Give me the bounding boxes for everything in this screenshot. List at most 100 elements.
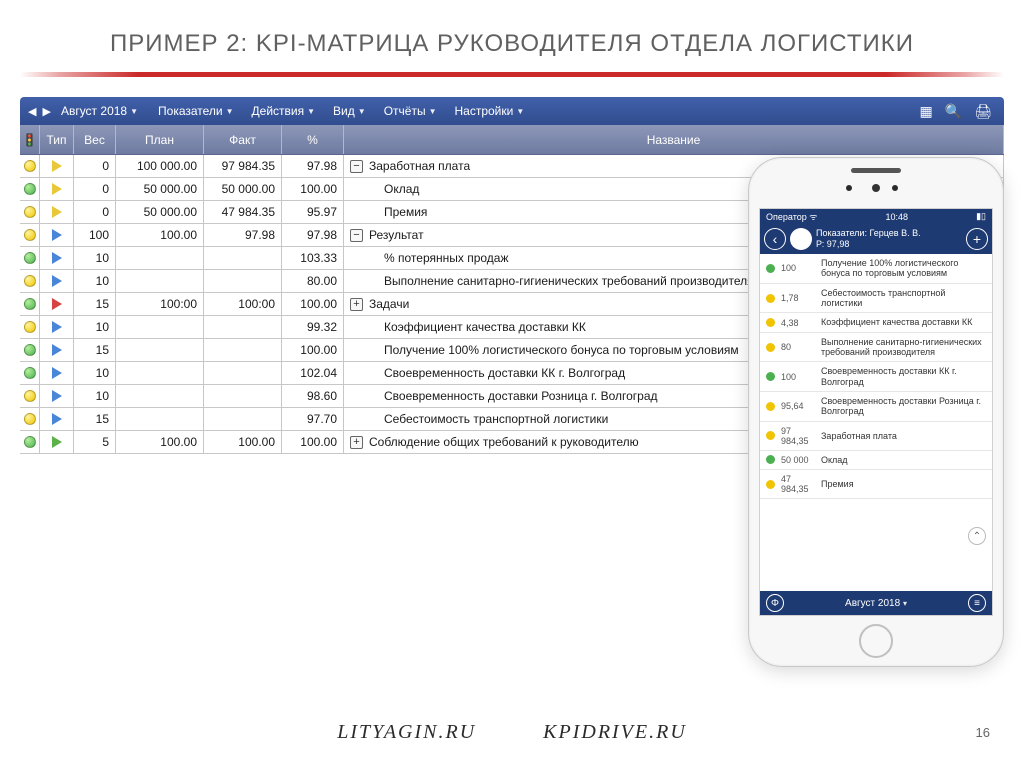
type-triangle-icon <box>52 436 62 448</box>
phone-list-item[interactable]: 1,78Себестоимость транспортной логистики <box>760 284 992 314</box>
menu-отчёты[interactable]: Отчёты▼ <box>384 104 437 118</box>
menu-действия[interactable]: Действия▼ <box>252 104 316 118</box>
phone-title-line1: Показатели: Герцев В. В. <box>816 228 962 239</box>
phone-item-value: 100 <box>781 263 815 273</box>
phone-list-item[interactable]: 80Выполнение санитарно-гигиенических тре… <box>760 333 992 363</box>
percent-cell: 99.32 <box>282 316 344 338</box>
col-pct[interactable]: % <box>282 125 344 154</box>
status-light <box>20 293 40 315</box>
type-cell <box>40 339 74 361</box>
caret-down-icon: ▼ <box>358 107 366 116</box>
percent-cell: 95.97 <box>282 201 344 223</box>
phone-period-selector[interactable]: Август 2018 ▾ <box>845 598 907 609</box>
phone-list-item[interactable]: 47 984,35Премия <box>760 470 992 499</box>
type-cell <box>40 155 74 177</box>
name-label: Результат <box>369 228 424 242</box>
type-cell <box>40 270 74 292</box>
type-triangle-icon <box>52 390 62 402</box>
col-ves[interactable]: Вес <box>74 125 116 154</box>
grid-icon[interactable]: ▦ <box>920 103 933 120</box>
col-type[interactable]: Тип <box>40 125 74 154</box>
plan-cell: 100:00 <box>116 293 204 315</box>
type-triangle-icon <box>52 206 62 218</box>
search-icon[interactable]: 🔍 <box>945 103 962 120</box>
expand-icon[interactable]: + <box>350 298 363 311</box>
type-cell <box>40 293 74 315</box>
phone-list[interactable]: 100Получение 100% логистического бонуса … <box>760 254 992 591</box>
phone-item-label: Премия <box>821 479 854 489</box>
avatar[interactable] <box>790 228 812 250</box>
name-label: % потерянных продаж <box>384 251 508 265</box>
type-cell <box>40 431 74 453</box>
phone-status-bar: Оператор ᯤ 10:48 ▮▯ <box>760 209 992 224</box>
status-dot-icon <box>24 344 36 356</box>
plan-cell: 50 000.00 <box>116 178 204 200</box>
col-name[interactable]: Название <box>344 125 1004 154</box>
collapse-icon[interactable]: − <box>350 160 363 173</box>
phone-menu-button[interactable]: ≡ <box>968 594 986 612</box>
phone-item-value: 95,64 <box>781 401 815 411</box>
fact-cell <box>204 408 282 430</box>
name-label: Премия <box>384 205 427 219</box>
fact-cell: 97 984.35 <box>204 155 282 177</box>
type-triangle-icon <box>52 298 62 310</box>
fact-cell: 100:00 <box>204 293 282 315</box>
weight-cell: 15 <box>74 293 116 315</box>
weight-cell: 5 <box>74 431 116 453</box>
status-dot-icon <box>766 318 775 327</box>
caret-down-icon: ▼ <box>516 107 524 116</box>
phone-item-value: 1,78 <box>781 293 815 303</box>
plan-cell <box>116 362 204 384</box>
phone-list-item[interactable]: 95,64Своевременность доставки Розница г.… <box>760 392 992 422</box>
phone-list-item[interactable]: 97 984,35Заработная плата <box>760 422 992 451</box>
plan-cell <box>116 385 204 407</box>
status-dot-icon <box>24 183 36 195</box>
phone-list-item[interactable]: 4,38Коэффициент качества доставки КК <box>760 313 992 332</box>
status-dot-icon <box>766 294 775 303</box>
next-period-button[interactable]: ▶ <box>40 105 52 118</box>
period-selector[interactable]: Август 2018 ▼ <box>59 104 146 118</box>
type-cell <box>40 316 74 338</box>
menu-вид[interactable]: Вид▼ <box>333 104 366 118</box>
type-triangle-icon <box>52 275 62 287</box>
status-dot-icon <box>24 206 36 218</box>
status-dot-icon <box>24 367 36 379</box>
type-triangle-icon <box>52 252 62 264</box>
percent-cell: 97.70 <box>282 408 344 430</box>
slide-title: ПРИМЕР 2: KPI-МАТРИЦА РУКОВОДИТЕЛЯ ОТДЕЛ… <box>0 0 1024 72</box>
status-dot-icon <box>24 229 36 241</box>
name-label: Соблюдение общих требований к руководите… <box>369 435 639 449</box>
name-label: Выполнение санитарно-гигиенических требо… <box>384 274 754 288</box>
col-fact[interactable]: Факт <box>204 125 282 154</box>
phone-list-item[interactable]: 50 000Оклад <box>760 451 992 470</box>
phone-filter-button[interactable]: Φ <box>766 594 784 612</box>
plan-cell <box>116 408 204 430</box>
weight-cell: 0 <box>74 155 116 177</box>
phone-add-button[interactable]: + <box>966 228 988 250</box>
phone-list-item[interactable]: 100Получение 100% логистического бонуса … <box>760 254 992 284</box>
type-triangle-icon <box>52 183 62 195</box>
status-dot-icon <box>24 321 36 333</box>
collapse-icon[interactable]: − <box>350 229 363 242</box>
scroll-up-icon[interactable]: ⌃ <box>968 527 986 545</box>
weight-cell: 10 <box>74 385 116 407</box>
menu-настройки[interactable]: Настройки▼ <box>455 104 525 118</box>
plan-cell: 100 000.00 <box>116 155 204 177</box>
caret-down-icon: ▼ <box>429 107 437 116</box>
print-icon[interactable]: 🖨 <box>974 103 992 120</box>
phone-back-button[interactable]: ‹ <box>764 228 786 250</box>
percent-cell: 97.98 <box>282 224 344 246</box>
home-button[interactable] <box>859 624 893 658</box>
status-light <box>20 270 40 292</box>
fact-cell <box>204 339 282 361</box>
name-label: Задачи <box>369 297 409 311</box>
expand-icon[interactable]: + <box>350 436 363 449</box>
col-plan[interactable]: План <box>116 125 204 154</box>
phone-list-item[interactable]: 100Своевременность доставки КК г. Волгог… <box>760 362 992 392</box>
type-triangle-icon <box>52 160 62 172</box>
fact-cell <box>204 385 282 407</box>
status-dot-icon <box>24 436 36 448</box>
menu-показатели[interactable]: Показатели▼ <box>158 104 234 118</box>
footer-link-left: LITYAGIN.RU <box>337 721 476 743</box>
prev-period-button[interactable]: ◀ <box>26 105 38 118</box>
